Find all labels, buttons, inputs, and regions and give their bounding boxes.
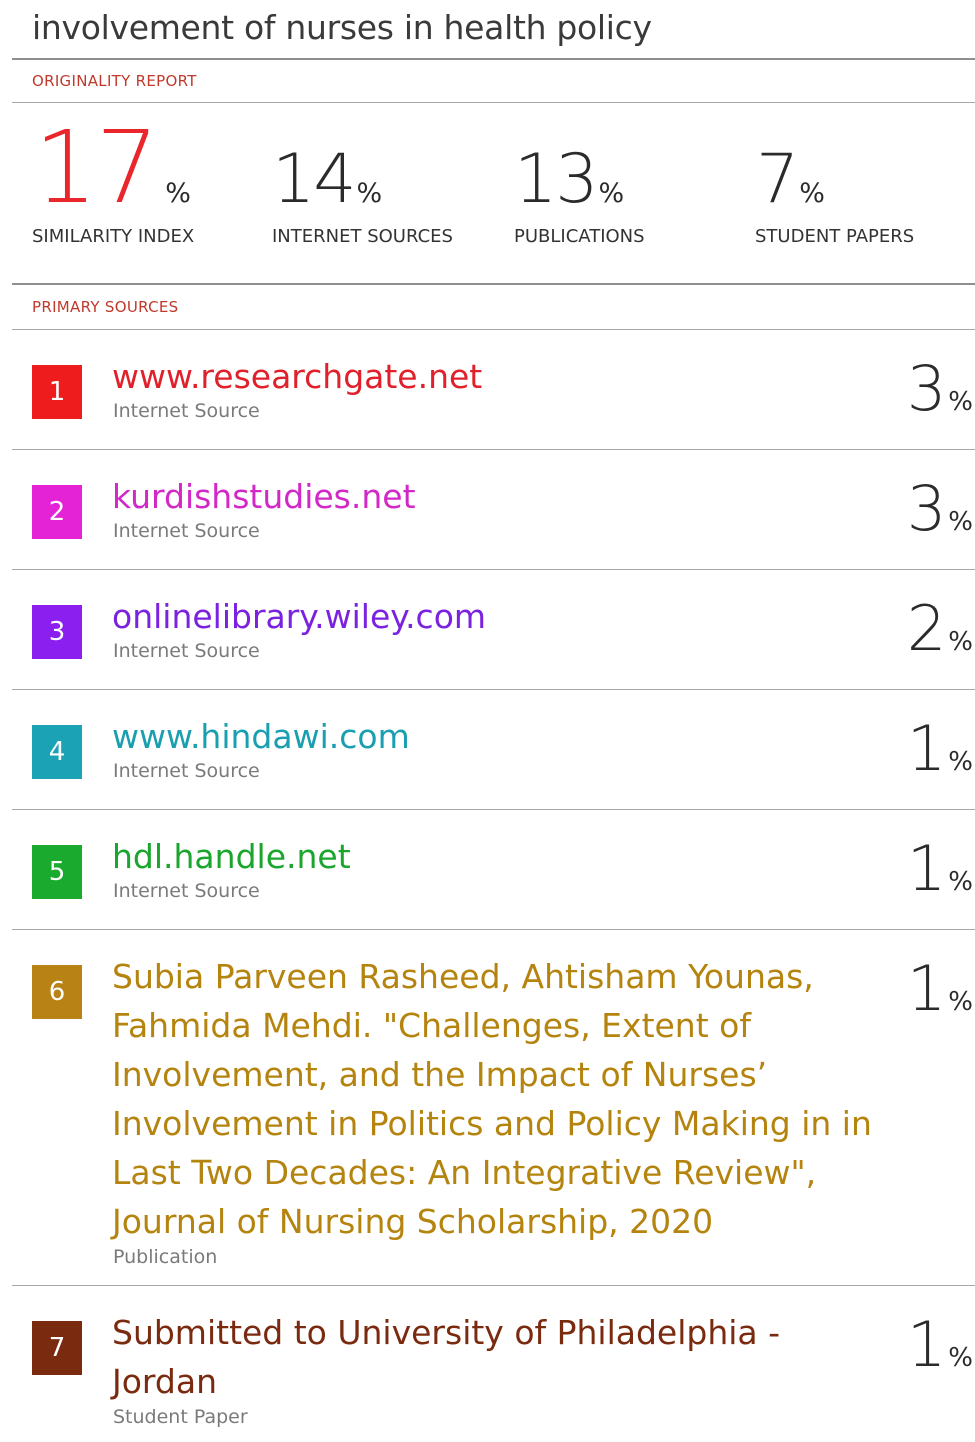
publications-unit: %: [598, 178, 625, 209]
similarity-index-label: SIMILARITY INDEX: [32, 226, 195, 247]
source-percent: 1%: [906, 832, 973, 905]
source-link[interactable]: onlinelibrary.wiley.com: [112, 592, 486, 641]
internet-sources-unit: %: [356, 178, 383, 209]
source-row-5: 5 hdl.handle.net Internet Source 1%: [12, 810, 975, 930]
source-link[interactable]: Fahmida Mehdi. "Challenges, Extent of: [112, 1001, 751, 1050]
similarity-index-stat: 17%: [34, 118, 191, 218]
rank-badge: 5: [32, 845, 82, 899]
rank-badge: 2: [32, 485, 82, 539]
source-row-7: 7 Submitted to University of Philadelphi…: [12, 1286, 975, 1442]
source-percent: 3%: [906, 472, 973, 545]
source-link[interactable]: Subia Parveen Rasheed, Ahtisham Younas,: [112, 952, 814, 1001]
internet-sources-stat: 14%: [272, 146, 382, 214]
document-title: involvement of nurses in health policy: [32, 8, 652, 47]
source-link[interactable]: hdl.handle.net: [112, 832, 351, 881]
source-link[interactable]: Journal of Nursing Scholarship, 2020: [112, 1197, 713, 1246]
source-type: Internet Source: [113, 520, 260, 542]
publications-value: 13: [514, 140, 599, 219]
source-type: Internet Source: [113, 400, 260, 422]
source-link[interactable]: www.researchgate.net: [112, 352, 482, 401]
source-percent: 3%: [906, 352, 973, 425]
source-link[interactable]: Jordan: [112, 1357, 217, 1406]
source-type: Student Paper: [113, 1406, 248, 1428]
rank-badge: 4: [32, 725, 82, 779]
source-percent: 1%: [906, 1308, 973, 1381]
source-link[interactable]: kurdishstudies.net: [112, 472, 416, 521]
rank-badge: 6: [32, 965, 82, 1019]
source-row-3: 3 onlinelibrary.wiley.com Internet Sourc…: [12, 570, 975, 690]
source-row-4: 4 www.hindawi.com Internet Source 1%: [12, 690, 975, 810]
source-row-6: 6 Subia Parveen Rasheed, Ahtisham Younas…: [12, 930, 975, 1286]
student-papers-value: 7: [756, 140, 799, 219]
source-type: Publication: [113, 1246, 218, 1268]
primary-sources-label: PRIMARY SOURCES: [32, 298, 179, 316]
source-type: Internet Source: [113, 880, 260, 902]
source-link[interactable]: Involvement, and the Impact of Nurses’: [112, 1050, 767, 1099]
rank-badge: 1: [32, 365, 82, 419]
stats-divider: [12, 283, 975, 285]
student-papers-label: STUDENT PAPERS: [755, 226, 915, 247]
rank-badge: 3: [32, 605, 82, 659]
similarity-index-value: 17: [34, 109, 159, 226]
source-percent: 2%: [906, 592, 973, 665]
student-papers-unit: %: [799, 178, 825, 209]
source-link[interactable]: Involvement in Politics and Policy Makin…: [112, 1099, 872, 1148]
source-row-2: 2 kurdishstudies.net Internet Source 3%: [12, 450, 975, 570]
similarity-index-unit: %: [165, 178, 191, 209]
source-percent: 1%: [906, 712, 973, 785]
title-divider: [12, 58, 975, 60]
rank-badge: 7: [32, 1321, 82, 1375]
internet-sources-value: 14: [272, 140, 357, 219]
student-papers-stat: 7%: [756, 146, 825, 214]
source-link[interactable]: www.hindawi.com: [112, 712, 410, 761]
publications-label: PUBLICATIONS: [514, 226, 645, 247]
internet-sources-label: INTERNET SOURCES: [272, 226, 453, 247]
source-link[interactable]: Last Two Decades: An Integrative Review"…: [112, 1148, 816, 1197]
source-row-1: 1 www.researchgate.net Internet Source 3…: [12, 330, 975, 450]
source-link[interactable]: Submitted to University of Philadelphia …: [112, 1308, 780, 1357]
source-percent: 1%: [906, 952, 973, 1025]
source-type: Internet Source: [113, 640, 260, 662]
source-type: Internet Source: [113, 760, 260, 782]
publications-stat: 13%: [514, 146, 624, 214]
originality-report-label: ORIGINALITY REPORT: [32, 72, 197, 90]
originality-divider: [12, 102, 975, 103]
